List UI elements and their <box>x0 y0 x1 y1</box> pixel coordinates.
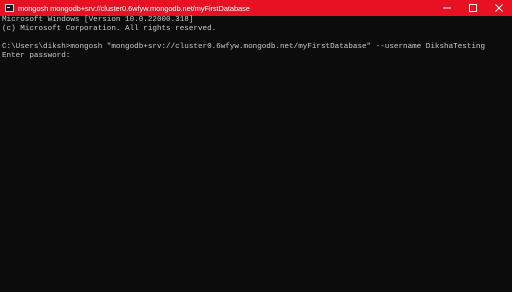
title-bar[interactable]: mongosh mongodb+srv://cluster0.6wfyw.mon… <box>0 0 512 16</box>
window-title: mongosh mongodb+srv://cluster0.6wfyw.mon… <box>18 3 250 13</box>
terminal-icon[interactable] <box>5 4 14 12</box>
minimize-icon <box>443 7 451 9</box>
maximize-button[interactable] <box>460 0 486 16</box>
terminal-window: mongosh mongodb+srv://cluster0.6wfyw.mon… <box>0 0 512 292</box>
console-line-command: C:\Users\diksh>mongosh "mongodb+srv://cl… <box>2 43 486 51</box>
console-output[interactable]: Microsoft Windows [Version 10.0.22000.31… <box>0 16 512 292</box>
minimize-button[interactable] <box>434 0 460 16</box>
maximize-icon <box>469 4 477 12</box>
console-line-password-prompt: Enter password: <box>2 52 71 60</box>
console-line-copyright: (c) Microsoft Corporation. All rights re… <box>2 25 217 33</box>
window-controls <box>434 0 512 16</box>
close-button[interactable] <box>486 0 512 16</box>
close-icon <box>495 4 503 12</box>
console-line-version: Microsoft Windows [Version 10.0.22000.31… <box>2 16 194 24</box>
